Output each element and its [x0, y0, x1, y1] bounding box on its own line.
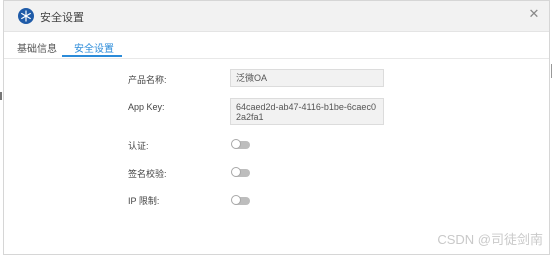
close-icon[interactable]: ✕	[527, 7, 541, 21]
watermark: CSDN @司徒剑南	[437, 232, 543, 247]
auth-label: 认证:	[128, 141, 149, 151]
dialog-header: 安全设置 ✕	[4, 1, 549, 32]
signature-label: 签名校验:	[128, 169, 167, 179]
auth-toggle[interactable]	[231, 139, 250, 149]
security-settings-dialog: 安全设置 ✕ 基础信息 安全设置 产品名称: 泛微OA App Key: 64c…	[3, 0, 550, 255]
dialog-title: 安全设置	[40, 12, 84, 24]
ip-restriction-label: IP 限制:	[128, 196, 160, 206]
tab-bar: 基础信息 安全设置	[4, 32, 549, 59]
tab-security-settings[interactable]: 安全设置	[74, 40, 114, 55]
product-name-label: 产品名称:	[128, 75, 167, 85]
ip-restriction-toggle[interactable]	[231, 195, 250, 205]
edge-mark	[0, 92, 2, 100]
toggle-knob	[231, 167, 241, 177]
signature-toggle[interactable]	[231, 167, 250, 177]
toggle-knob	[231, 195, 241, 205]
active-tab-indicator	[62, 55, 122, 57]
snowflake-icon	[18, 8, 34, 24]
edge-mark	[551, 64, 552, 78]
product-name-field: 泛微OA	[230, 69, 384, 87]
toggle-knob	[231, 139, 241, 149]
tab-basic-info[interactable]: 基础信息	[17, 40, 57, 55]
app-key-label: App Key:	[128, 102, 165, 112]
app-key-field: 64caed2d-ab47-4116-b1be-6caec02a2fa1	[230, 98, 384, 125]
